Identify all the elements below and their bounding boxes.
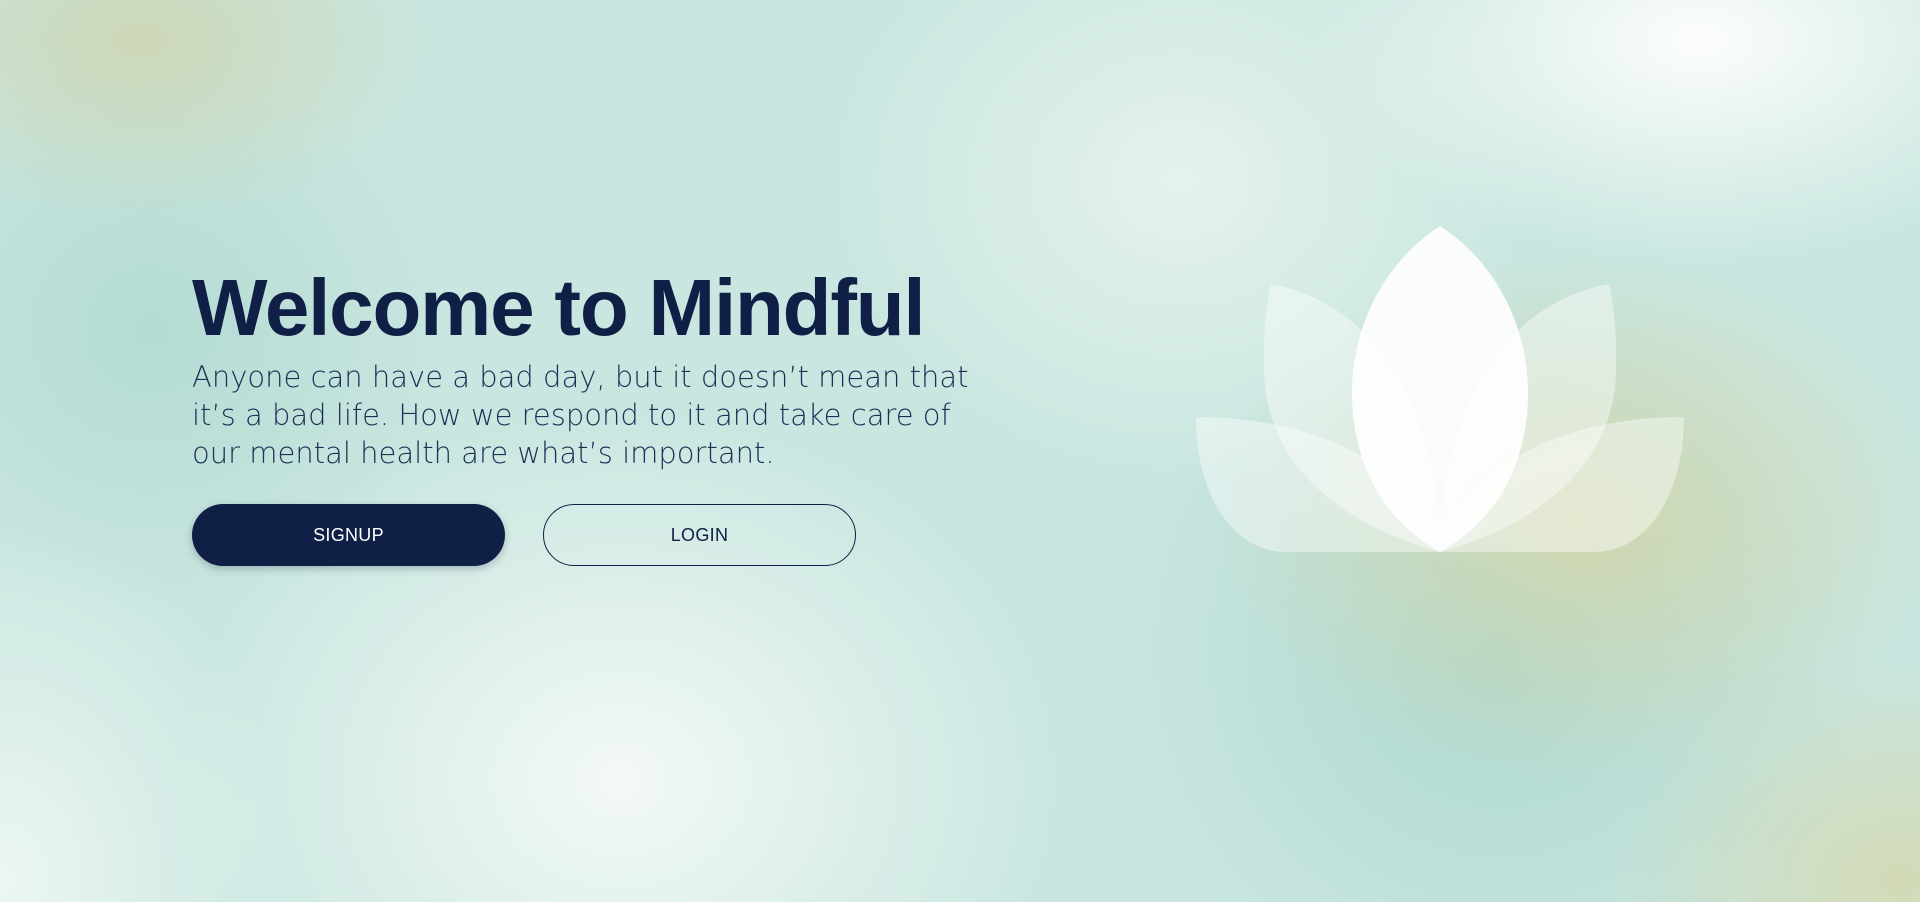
lotus-icon: [1196, 226, 1684, 552]
hero-actions: SIGNUP LOGIN: [192, 504, 856, 566]
login-button[interactable]: LOGIN: [543, 504, 856, 566]
hero-title: Welcome to Mindful: [192, 263, 926, 352]
signup-button[interactable]: SIGNUP: [192, 504, 505, 566]
hero-description: Anyone can have a bad day, but it doesn’…: [192, 360, 969, 470]
hero-section: Welcome to Mindful Anyone can have a bad…: [192, 262, 972, 472]
